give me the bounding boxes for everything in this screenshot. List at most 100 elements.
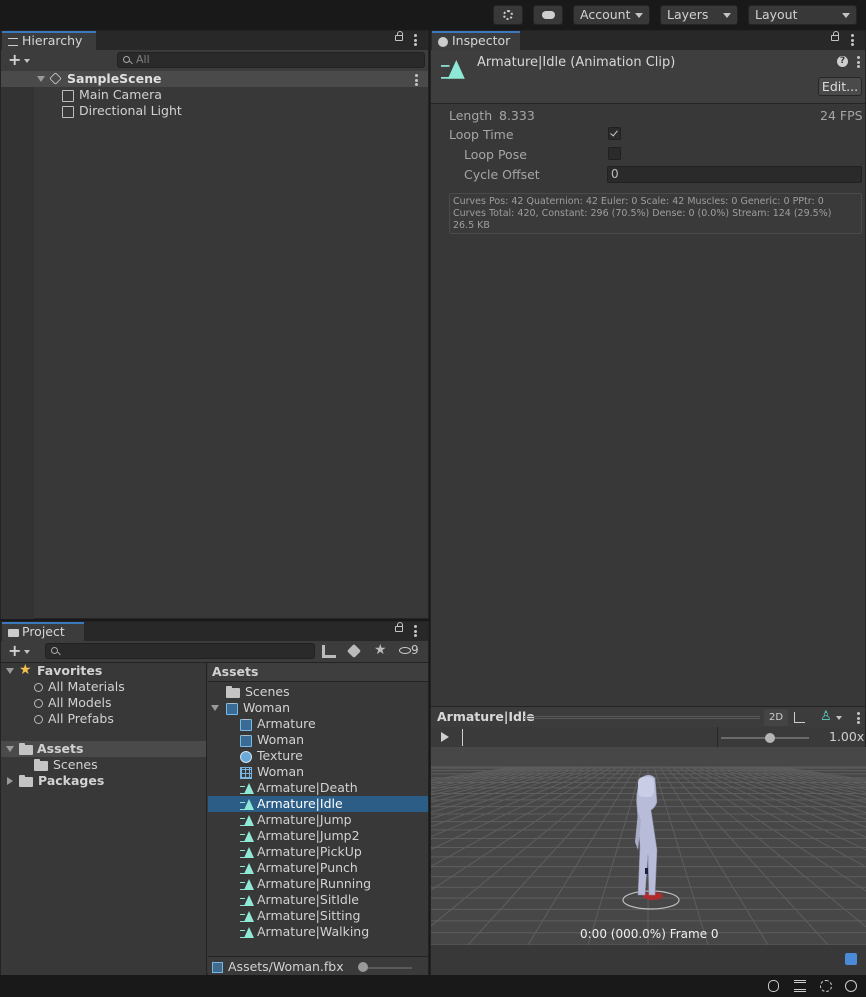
- play-icon[interactable]: [441, 732, 449, 742]
- list-icon: [8, 38, 18, 46]
- mesh-icon: [240, 718, 252, 731]
- asset-list-item[interactable]: Armature|Jump2: [208, 828, 428, 844]
- tree-item-packages[interactable]: Packages: [19, 773, 104, 789]
- cycle-offset-label: Cycle Offset: [464, 167, 540, 182]
- lock-icon[interactable]: [395, 31, 403, 41]
- asset-list-item-label: Woman: [257, 732, 305, 747]
- asset-list-item-label: Woman: [257, 764, 305, 779]
- preview-viewport[interactable]: 0:00 (000.0%) Frame 0: [431, 747, 866, 945]
- loop-pose-checkbox[interactable]: [608, 147, 621, 160]
- asset-list-item[interactable]: Armature|SitIdle: [208, 892, 428, 908]
- services-button[interactable]: [493, 5, 523, 25]
- asset-list-item[interactable]: Armature|Walking: [208, 924, 428, 940]
- asset-list-item[interactable]: Woman: [208, 700, 428, 716]
- more-options-icon[interactable]: [851, 34, 855, 48]
- fps-label: 24 FPS: [820, 108, 863, 123]
- favorite-item-all-models[interactable]: All Models: [34, 695, 112, 711]
- asset-list-item[interactable]: Armature|Sitting: [208, 908, 428, 924]
- asset-list-item-label: Armature|PickUp: [257, 844, 362, 859]
- tree-item-assets[interactable]: Assets: [1, 741, 206, 757]
- cache-server-icon[interactable]: [794, 980, 806, 992]
- asset-list-item-label: Armature|Jump2: [257, 828, 360, 843]
- account-dropdown[interactable]: Account: [573, 5, 650, 25]
- tab-inspector[interactable]: Inspector: [432, 31, 520, 50]
- asset-list-item[interactable]: Armature|PickUp: [208, 844, 428, 860]
- gameobject-icon: [62, 105, 74, 118]
- auto-generate-lighting-icon[interactable]: [820, 980, 832, 992]
- asset-list-item[interactable]: Texture: [208, 748, 428, 764]
- create-button[interactable]: +: [8, 643, 31, 659]
- help-icon[interactable]: ?: [837, 56, 848, 67]
- preview-drag-bar[interactable]: [524, 716, 760, 719]
- cycle-offset-field[interactable]: 0: [607, 166, 862, 183]
- asset-list-item[interactable]: Woman: [208, 764, 428, 780]
- search-by-type-icon[interactable]: [322, 645, 336, 658]
- speed-slider-handle[interactable]: [765, 733, 775, 743]
- layout-dropdown[interactable]: Layout: [748, 5, 857, 25]
- favorite-item-all-prefabs[interactable]: All Prefabs: [34, 711, 114, 727]
- mode-2d-toggle[interactable]: 2D: [764, 709, 788, 726]
- edit-button[interactable]: Edit...: [818, 77, 862, 96]
- asset-list-item-label: Armature: [257, 716, 316, 731]
- project-tabbar: Project: [1, 622, 428, 641]
- layers-label: Layers: [667, 7, 709, 22]
- asset-list-item[interactable]: Armature|Idle: [208, 796, 428, 812]
- favorites-label[interactable]: Favorites: [37, 663, 102, 679]
- animation-clip-icon: [240, 782, 254, 795]
- expand-arrow-icon[interactable]: [6, 746, 14, 752]
- scene-row[interactable]: SampleScene: [1, 71, 428, 87]
- create-button[interactable]: +: [8, 52, 31, 68]
- loop-time-checkbox[interactable]: [608, 127, 621, 140]
- asset-list-item[interactable]: Armature|Punch: [208, 860, 428, 876]
- favorite-item-all-materials[interactable]: All Materials: [34, 679, 125, 695]
- expand-arrow-icon[interactable]: [7, 777, 13, 785]
- avatar-figure-icon[interactable]: ♙: [820, 709, 832, 724]
- asset-list-item[interactable]: Armature: [208, 716, 428, 732]
- expand-arrow-icon[interactable]: [6, 668, 14, 674]
- more-options-icon[interactable]: [414, 34, 418, 48]
- pivot-icon[interactable]: [794, 712, 805, 723]
- lock-icon[interactable]: [831, 31, 839, 41]
- project-folder-tree: ★ Favorites All Materials All Models All…: [1, 662, 207, 975]
- expand-arrow-icon[interactable]: [211, 705, 219, 711]
- cloud-button[interactable]: [533, 5, 563, 25]
- status-ok-icon[interactable]: [845, 980, 857, 992]
- asset-list-item[interactable]: Armature|Jump: [208, 812, 428, 828]
- chevron-down-icon[interactable]: [836, 716, 842, 720]
- debug-bug-icon[interactable]: [768, 980, 779, 992]
- lock-icon[interactable]: [395, 622, 403, 632]
- tab-project[interactable]: Project: [2, 622, 84, 641]
- asset-list-item[interactable]: Scenes: [208, 684, 428, 700]
- speed-value: 1.00x: [829, 729, 865, 744]
- chevron-down-icon: [723, 13, 731, 18]
- favorite-star-icon[interactable]: ★: [374, 642, 387, 658]
- hidden-packages-button[interactable]: 9: [399, 643, 419, 657]
- preview-menu-icon[interactable]: [857, 712, 861, 726]
- asset-list-item[interactable]: Armature|Running: [208, 876, 428, 892]
- tab-hierarchy[interactable]: Hierarchy: [2, 31, 96, 50]
- hierarchy-search-input[interactable]: All: [117, 52, 425, 68]
- animation-clip-icon: [240, 814, 254, 827]
- expand-arrow-icon[interactable]: [37, 76, 45, 82]
- layers-dropdown[interactable]: Layers: [660, 5, 738, 25]
- tab-project-label: Project: [22, 624, 65, 639]
- hierarchy-item-main-camera[interactable]: Main Camera: [62, 87, 162, 103]
- chevron-down-icon: [635, 13, 643, 18]
- inspector-header: Armature|Idle (Animation Clip) ? Edit...: [431, 50, 865, 104]
- hierarchy-item-directional-light[interactable]: Directional Light: [62, 103, 182, 119]
- label-tag-icon[interactable]: [346, 643, 362, 659]
- timeline-scrubber[interactable]: [462, 729, 463, 746]
- loop-pose-label: Loop Pose: [464, 147, 527, 162]
- loop-time-label: Loop Time: [449, 127, 514, 142]
- scene-menu-icon[interactable]: [415, 74, 419, 88]
- asset-list-item[interactable]: Armature|Death: [208, 780, 428, 796]
- component-menu-icon[interactable]: [857, 56, 861, 70]
- more-options-icon[interactable]: [414, 625, 418, 639]
- asset-list-item[interactable]: Woman: [208, 732, 428, 748]
- icon-size-slider-handle[interactable]: [358, 962, 368, 972]
- label-tag-icon[interactable]: [845, 953, 857, 965]
- tree-item-scenes[interactable]: Scenes: [34, 757, 98, 773]
- hierarchy-toolbar: + All: [1, 50, 428, 72]
- length-value: 8.333: [499, 108, 535, 123]
- project-search-input[interactable]: [45, 643, 315, 659]
